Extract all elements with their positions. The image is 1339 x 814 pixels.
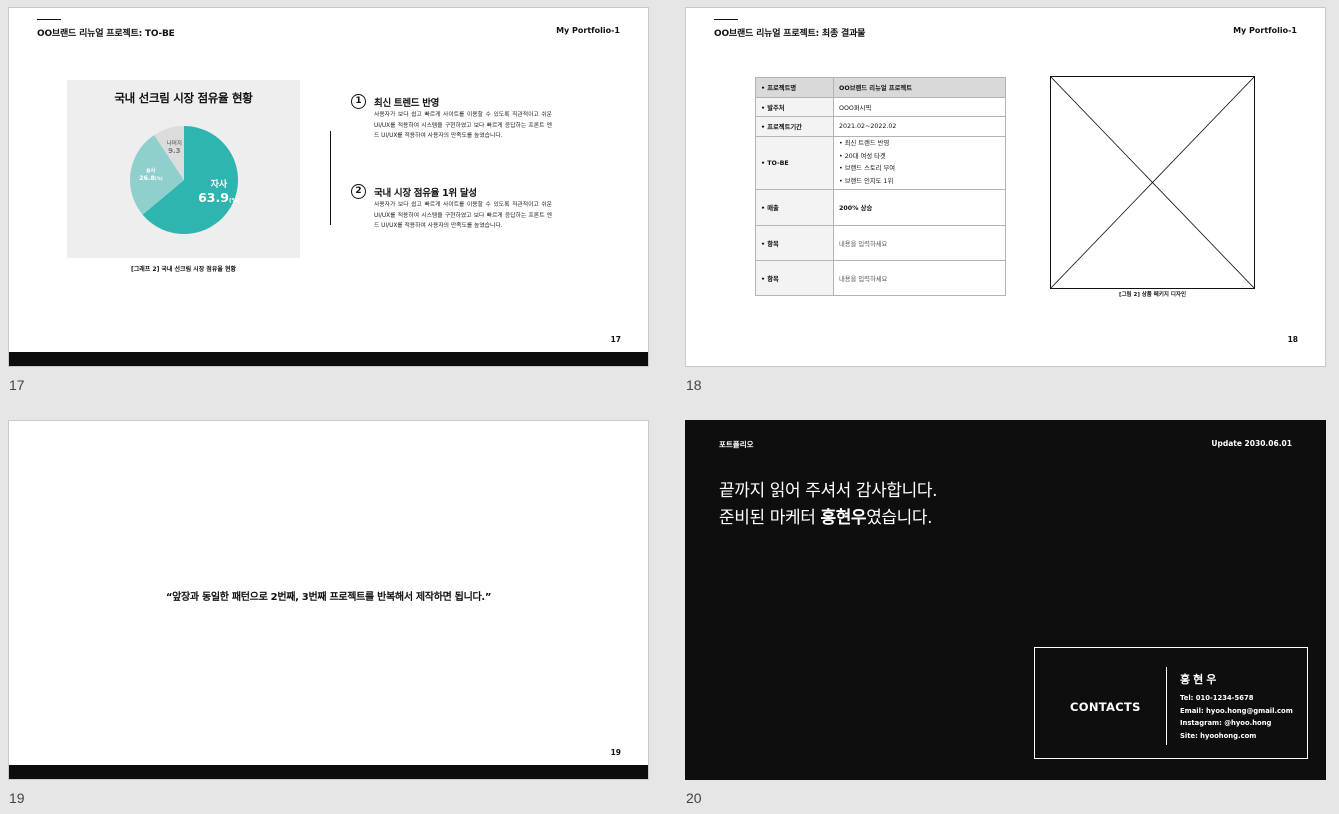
contact-phone: Tel: 010-1234-5678: [1180, 694, 1254, 702]
table-row: • 발주처 OOO퍼시픽: [755, 97, 1006, 117]
project-info-table: • 프로젝트명 OO브랜드 리뉴얼 프로젝트 • 발주처 OOO퍼시픽 • 프로…: [755, 77, 1006, 296]
slide-18[interactable]: OO브랜드 리뉴얼 프로젝트: 최종 결과물 My Portfolio-1 • …: [685, 7, 1326, 367]
contacts-heading: CONTACTS: [1070, 700, 1141, 714]
slide-thumbnail-18[interactable]: OO브랜드 리뉴얼 프로젝트: 최종 결과물 My Portfolio-1 • …: [685, 7, 1326, 393]
table-key: • 발주처: [755, 97, 834, 117]
pie-slice-value: 9.3: [168, 147, 181, 155]
contact-instagram: Instagram: @hyoo.hong: [1180, 719, 1272, 728]
slide-header-title: OO브랜드 리뉴얼 프로젝트: TO-BE: [37, 29, 175, 39]
table-value: 내용을 입력하세요: [833, 225, 1006, 261]
list-item: • 브랜드 인지도 1위: [839, 177, 894, 185]
table-key: • 프로젝트기간: [755, 116, 834, 137]
contact-name: 홍현우: [1180, 673, 1220, 686]
pie-slice-value: 26.8(%): [139, 174, 163, 182]
pie-slice-label: B사: [146, 166, 156, 174]
list-item: • 브랜드 스토리 부여: [839, 165, 896, 172]
slide-header-right: My Portfolio-1: [556, 26, 620, 35]
table-key: • 매출: [755, 189, 834, 226]
list-item: • 최신 트렌드 반영: [839, 140, 890, 147]
contact-details: Tel: 010-1234-5678 Email: hyoo.hong@gmai…: [1180, 692, 1293, 742]
list-item: • 20대 여성 타겟: [839, 152, 886, 160]
vertical-divider: [330, 131, 331, 225]
table-row: • 프로젝트명 OO브랜드 리뉴얼 프로젝트: [755, 77, 1006, 98]
table-key: • 항목: [755, 260, 834, 296]
page-number: 19: [610, 748, 621, 757]
slide-19[interactable]: “앞장과 동일한 패턴으로 2번째, 3번째 프로젝트를 반복해서 제작하면 됩…: [8, 420, 649, 780]
table-key: • TO-BE: [755, 136, 834, 190]
number-circle-icon: 2: [351, 184, 366, 199]
slide-index-label: 20: [686, 790, 702, 806]
portfolio-label: 포트폴리오: [719, 440, 754, 449]
closing-message: 끝까지 읽어 주셔서 감사합니다. 준비된 마케터 홍현우였습니다.: [719, 478, 938, 532]
image-placeholder: [1050, 76, 1255, 289]
slide-thumbnail-17[interactable]: OO브랜드 리뉴얼 프로젝트: TO-BE My Portfolio-1 국내 …: [8, 7, 649, 393]
point-title: 최신 트렌드 반영: [374, 98, 440, 109]
contact-card: CONTACTS 홍현우 Tel: 010-1234-5678 Email: h…: [1034, 647, 1308, 759]
footer-bar: [9, 765, 648, 779]
page-number: 18: [1287, 335, 1298, 344]
slide-header-title: OO브랜드 리뉴얼 프로젝트: 최종 결과물: [714, 29, 866, 39]
closing-text: 준비된 마케터: [719, 508, 821, 528]
guide-quote: “앞장과 동일한 패턴으로 2번째, 3번째 프로젝트를 반복해서 제작하면 됩…: [165, 592, 492, 603]
point-body: 사용자가 보다 쉽고 빠르게 사이트를 이용할 수 있도록 직관적이고 쉬운 U…: [374, 202, 552, 230]
pie-slice-label: 자사: [211, 178, 228, 190]
table-value-list: • 최신 트렌드 반영 • 20대 여성 타겟 • 브랜드 스토리 부여 • 브…: [833, 136, 1006, 190]
pie-chart: 자사63.9(%)B사26.8(%)나머지9.3: [130, 126, 240, 234]
header-rule: [714, 19, 738, 20]
table-row: • 항목 내용을 입력하세요: [755, 225, 1006, 261]
table-key: • 프로젝트명: [755, 77, 834, 98]
table-value: 내용을 입력하세요: [833, 260, 1006, 296]
closing-text: 였습니다.: [866, 508, 933, 528]
update-date: Update 2030.06.01: [1211, 439, 1292, 448]
point-body: 사용자가 보다 쉽고 빠르게 사이트를 이용할 수 있도록 직관적이고 쉬운 U…: [374, 112, 552, 140]
slide-thumbnail-20[interactable]: 포트폴리오 Update 2030.06.01 끝까지 읽어 주셔서 감사합니다…: [685, 420, 1326, 806]
contact-site: Site: hyoohong.com: [1180, 731, 1257, 740]
closing-line-2: 준비된 마케터 홍현우였습니다.: [719, 505, 937, 532]
image-caption: [그림 2] 상품 페키지 디자인: [1118, 292, 1187, 298]
slide-index-label: 18: [686, 377, 702, 393]
slide-header-right: My Portfolio-1: [1233, 26, 1297, 35]
contact-divider: [1166, 667, 1167, 745]
closing-line-1: 끝까지 읽어 주셔서 감사합니다.: [719, 481, 938, 501]
table-value: OOO퍼시픽: [833, 97, 1006, 117]
footer-bar: [9, 352, 648, 366]
table-row: • 프로젝트기간 2021.02~2022.02: [755, 116, 1006, 137]
table-value: 2021.02~2022.02: [833, 116, 1006, 137]
pie-slice-label: 나머지: [167, 139, 182, 147]
table-value: 200% 상승: [833, 189, 1006, 226]
presenter-name: 홍현우: [820, 508, 867, 528]
header-rule: [37, 19, 61, 20]
table-value: OO브랜드 리뉴얼 프로젝트: [833, 77, 1006, 98]
slide-index-label: 19: [9, 790, 25, 806]
pie-chart-panel: 국내 선크림 시장 점유율 현황 자사 63.9(%) B사 26.8(%) 나머지 9.…: [67, 80, 300, 258]
point-title: 국내 시장 점유율 1위 달성: [374, 188, 477, 199]
number-circle-icon: 1: [351, 94, 366, 109]
slide-index-label: 17: [9, 377, 25, 393]
page-number: 17: [610, 335, 621, 344]
table-row: • TO-BE • 최신 트렌드 반영 • 20대 여성 타겟 • 브랜드 스토…: [755, 136, 1006, 190]
table-row: • 항목 내용을 입력하세요: [755, 260, 1006, 296]
contact-email: Email: hyoo.hong@gmail.com: [1180, 706, 1293, 715]
slide-17[interactable]: OO브랜드 리뉴얼 프로젝트: TO-BE My Portfolio-1 국내 …: [8, 7, 649, 367]
slide-20[interactable]: 포트폴리오 Update 2030.06.01 끝까지 읽어 주셔서 감사합니다…: [685, 420, 1326, 780]
table-key: • 항목: [755, 225, 834, 261]
chart-caption: [그래프 2] 국내 선크림 시장 점유율 현황: [131, 266, 236, 273]
slide-thumbnail-19[interactable]: “앞장과 동일한 패턴으로 2번째, 3번째 프로젝트를 반복해서 제작하면 됩…: [8, 420, 649, 806]
table-row: • 매출 200% 상승: [755, 189, 1006, 226]
